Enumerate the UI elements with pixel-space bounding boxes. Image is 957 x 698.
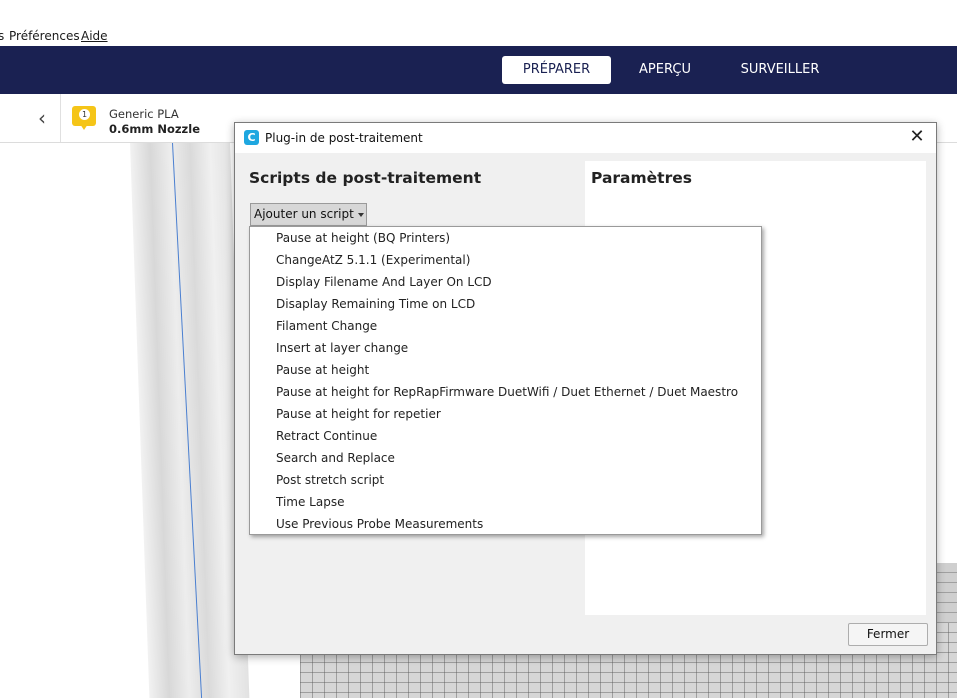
tab-monitor[interactable]: SURVEILLER [730,56,830,84]
menu-item-script[interactable]: Search and Replace [276,447,395,469]
tab-preview[interactable]: APERÇU [625,56,705,84]
menu-item-script[interactable]: Pause at height [276,359,369,381]
menu-item-script[interactable]: Pause at height (BQ Printers) [276,227,450,249]
menu-item-script[interactable]: Insert at layer change [276,337,408,359]
menu-item-script[interactable]: Pause at height for repetier [276,403,441,425]
menu-item-partial[interactable]: s [0,29,4,43]
stage-bar: PRÉPARER APERÇU SURVEILLER [0,46,957,94]
tab-prepare[interactable]: PRÉPARER [502,56,611,84]
nozzle-label[interactable]: 0.6mm Nozzle [109,122,200,136]
cura-app-icon: C [244,130,259,145]
caret-down-icon [357,213,364,217]
menu-item-preferences[interactable]: Préférences [9,29,80,43]
menu-item-script[interactable]: Retract Continue [276,425,377,447]
extruder-badge-icon[interactable]: 1 [72,106,96,130]
menu-bar: s Préférences Aide [0,26,957,46]
menu-item-script[interactable]: Disaplay Remaining Time on LCD [276,293,475,315]
close-button[interactable]: Fermer [848,623,928,646]
chevron-left-icon[interactable]: ‹ [30,108,54,130]
dialog-titlebar[interactable]: C Plug-in de post-traitement ✕ [235,123,936,153]
material-name[interactable]: Generic PLA [109,107,179,121]
model-wall [130,143,250,698]
add-script-button[interactable]: Ajouter un script [250,203,367,226]
scripts-dropdown-menu: Pause at height (BQ Printers) ChangeAtZ … [249,226,762,535]
toolbar-divider [60,94,61,142]
menu-item-script[interactable]: Filament Change [276,315,377,337]
menu-item-script[interactable]: Display Filename And Layer On LCD [276,271,492,293]
menu-item-script[interactable]: Time Lapse [276,491,344,513]
menu-item-script[interactable]: Pause at height for RepRapFirmware DuetW… [276,381,738,403]
build-plate-side [935,563,957,623]
menu-item-script[interactable]: ChangeAtZ 5.1.1 (Experimental) [276,249,470,271]
settings-heading: Paramètres [591,169,692,187]
menu-item-script[interactable]: Use Previous Probe Measurements [276,513,483,535]
scripts-heading: Scripts de post-traitement [249,169,482,187]
extruder-number: 1 [79,109,90,120]
menu-item-script[interactable]: Post stretch script [276,469,384,491]
menu-item-help[interactable]: Aide [81,29,108,43]
dialog-title: Plug-in de post-traitement [265,131,423,145]
add-script-label: Ajouter un script [254,207,354,221]
close-icon[interactable]: ✕ [906,126,928,148]
